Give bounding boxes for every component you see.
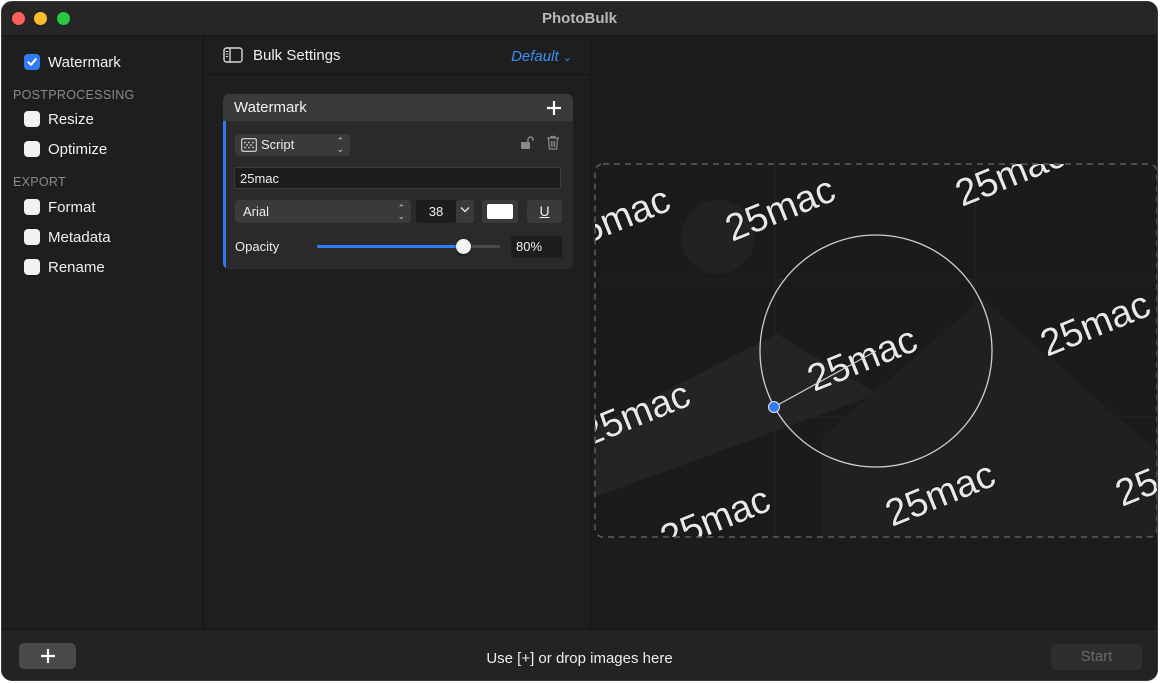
chevron-down-icon (460, 206, 470, 213)
watermark-label: Watermark (48, 53, 121, 71)
trash-icon[interactable] (546, 135, 560, 155)
app-window: PhotoBulk Watermark POSTPROCESSING Resiz… (1, 1, 1158, 681)
metadata-label: Metadata (48, 228, 111, 246)
rotation-handle[interactable] (768, 401, 780, 413)
start-button[interactable]: Start (1051, 644, 1142, 670)
unlock-icon[interactable] (520, 136, 536, 155)
resize-label: Resize (48, 110, 94, 128)
font-label: Arial (243, 204, 270, 219)
format-label: Format (48, 198, 96, 216)
text-color-well[interactable] (482, 200, 518, 223)
updown-chevron-icon: ⌃ ⌄ (397, 203, 405, 221)
settings-panel: Bulk Settings Default ⌄ Watermark Script… (205, 37, 591, 629)
opacity-slider[interactable] (317, 239, 500, 254)
sidebar: Watermark POSTPROCESSING Resize Optimize… (2, 37, 204, 629)
updown-chevron-icon: ⌃ ⌄ (336, 136, 344, 154)
watermark-type-select[interactable]: Script ⌃ ⌄ (235, 134, 350, 156)
opacity-slider-knob[interactable] (456, 239, 471, 254)
font-select[interactable]: Arial ⌃ ⌄ (235, 200, 411, 223)
opacity-slider-fill (317, 245, 463, 248)
title-bar: PhotoBulk (2, 2, 1157, 36)
format-checkbox[interactable] (24, 199, 40, 215)
preview-area[interactable]: 25mac 25mac 25mac 25mac 25mac 25mac 25mac 25mac… (592, 37, 1157, 629)
metadata-toggle[interactable]: Metadata (24, 226, 111, 248)
color-swatch (487, 204, 513, 219)
watermark-text-input[interactable]: 25mac (234, 167, 561, 189)
preview-canvas: 25mac 25mac25mac25mac 25mac25mac25mac25mac… (594, 163, 1157, 538)
add-watermark-button[interactable] (546, 97, 562, 120)
active-layer-indicator (223, 121, 226, 269)
preset-label: Default (511, 48, 559, 65)
postprocessing-header: POSTPROCESSING (13, 88, 135, 102)
underline-button[interactable]: U (527, 200, 562, 223)
chevron-down-icon: ⌄ (562, 52, 572, 64)
font-size-field[interactable]: 38 (416, 200, 456, 223)
format-toggle[interactable]: Format (24, 196, 96, 218)
watermark-checkbox[interactable] (24, 54, 40, 70)
window-title: PhotoBulk (542, 10, 617, 27)
checkmark-icon (27, 58, 37, 66)
sidebar-toggle-icon[interactable] (223, 47, 243, 68)
settings-header: Bulk Settings Default ⌄ (205, 37, 590, 75)
rename-checkbox[interactable] (24, 259, 40, 275)
metadata-checkbox[interactable] (24, 229, 40, 245)
plus-icon (547, 101, 561, 115)
export-header: EXPORT (13, 175, 66, 189)
opacity-value-field[interactable]: 80% (511, 236, 562, 258)
watermark-card: Watermark Script ⌃ ⌄ 25mac Arial ⌃ ⌄ 38 … (223, 94, 573, 269)
rename-toggle[interactable]: Rename (24, 256, 105, 278)
watermark-toggle[interactable]: Watermark (24, 51, 121, 73)
drop-hint: Use [+] or drop images here (486, 650, 673, 667)
optimize-label: Optimize (48, 140, 108, 158)
resize-checkbox[interactable] (24, 111, 40, 127)
bottom-bar: Use [+] or drop images here Start (2, 629, 1157, 680)
preset-dropdown[interactable]: Default ⌄ (511, 48, 572, 65)
opacity-label: Opacity (235, 239, 280, 254)
resize-toggle[interactable]: Resize (24, 108, 94, 130)
watermark-type-label: Script (261, 137, 295, 152)
rename-label: Rename (48, 258, 105, 276)
watermark-card-title: Watermark (234, 99, 307, 116)
watermark-card-header: Watermark (223, 94, 573, 121)
font-size-dropdown[interactable] (456, 200, 474, 223)
settings-title: Bulk Settings (253, 47, 341, 64)
script-type-icon (241, 138, 257, 157)
optimize-checkbox[interactable] (24, 141, 40, 157)
optimize-toggle[interactable]: Optimize (24, 138, 107, 160)
